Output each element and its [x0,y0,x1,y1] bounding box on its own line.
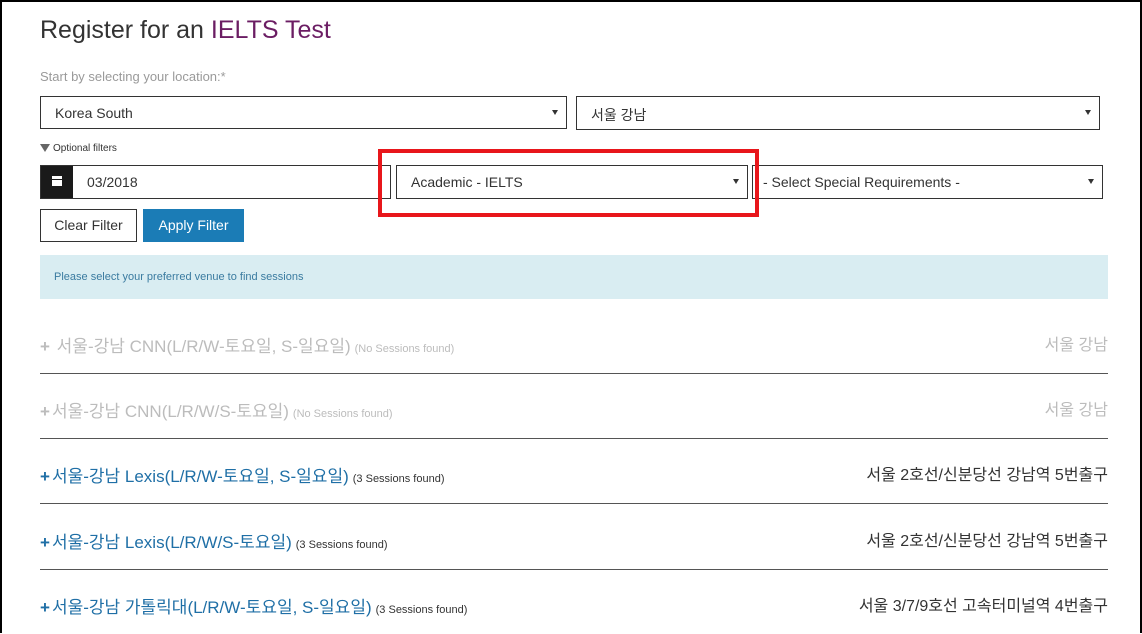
venue-name-link[interactable]: + 서울-강남 CNN(L/R/W-토요일, S-일요일) (No Session… [40,332,454,357]
info-alert: Please select your preferred venue to fi… [40,255,1108,299]
venue-area: 서울 강남 [1044,337,1108,354]
test-type-value: Academic - IELTS [411,174,523,190]
location-label: Start by selecting your location:* [40,69,226,84]
plus-icon: + [40,337,50,356]
venue-name: 서울-강남 가톨릭대(L/R/W-토요일, S-일요일) [51,598,372,617]
page-title: Register for an IELTS Test [40,16,331,45]
venue-row[interactable]: + 서울-강남 Lexis(L/R/W/S-토요일) (3 Sessions fou… [40,513,1108,570]
venue-area: 서울 3/7/9호선 고속터미널역 4번출구 [858,598,1108,615]
apply-filter-button[interactable]: Apply Filter [143,209,244,242]
venue-name-link[interactable]: + 서울-강남 Lexis(L/R/W/S-토요일) (3 Sessions fou… [40,528,387,553]
venue-area: 서울 2호선/신분당선 강남역 5번출구 [866,467,1108,484]
plus-icon: + [40,467,50,486]
venue-name: 서울-강남 Lexis(L/R/W/S-토요일) [51,533,292,552]
country-select[interactable]: Korea South [40,96,567,129]
calendar-icon [52,176,62,186]
venue-area: 서울 강남 [1044,402,1108,419]
venue-area: 서울 2호선/신분당선 강남역 5번출구 [866,533,1108,550]
country-select-value: Korea South [55,105,133,121]
venue-name-link[interactable]: + 서울-강남 CNN(L/R/W/S-토요일) (No Sessions foun… [40,397,393,422]
date-value: 03/2018 [87,174,138,190]
session-count: (3 Sessions found) [352,473,445,485]
clear-filter-button[interactable]: Clear Filter [40,209,137,242]
session-count: (No Sessions found) [354,343,455,355]
test-type-select[interactable]: Academic - IELTS [396,165,748,199]
venue-name: 서울-강남 CNN(L/R/W/S-토요일) [51,402,289,421]
venue-row[interactable]: + 서울-강남 CNN(L/R/W/S-토요일) (No Sessions foun… [40,382,1108,439]
special-requirements-value: - Select Special Requirements - [763,174,960,190]
venue-name-link[interactable]: + 서울-강남 Lexis(L/R/W-토요일, S-일요일) (3 Session… [40,462,444,487]
info-message: Please select your preferred venue to fi… [54,271,304,283]
venue-name: 서울-강남 CNN(L/R/W-토요일, S-일요일) [56,337,351,356]
optional-filters-label: Optional filters [53,143,117,154]
venue-name-link[interactable]: + 서울-강남 가톨릭대(L/R/W-토요일, S-일요일) (3 Sessions… [40,593,467,618]
title-accent: IELTS Test [210,16,331,44]
venue-row[interactable]: + 서울-강남 CNN(L/R/W-토요일, S-일요일) (No Session… [40,317,1108,374]
filter-icon [40,144,50,152]
optional-filters-toggle[interactable]: Optional filters [40,143,117,154]
chevron-down-icon [1088,179,1094,184]
venue-row[interactable]: + 서울-강남 가톨릭대(L/R/W-토요일, S-일요일) (3 Sessions… [40,578,1108,634]
session-count: (No Sessions found) [292,408,393,420]
special-requirements-select[interactable]: - Select Special Requirements - [752,165,1103,199]
chevron-down-icon [733,179,739,184]
plus-icon: + [40,598,50,617]
calendar-button[interactable] [41,166,73,198]
chevron-down-icon [552,110,558,115]
session-count: (3 Sessions found) [295,539,388,551]
city-select-value: 서울 강남 [591,107,647,123]
plus-icon: + [40,402,50,421]
chevron-down-icon [1085,110,1091,115]
session-count: (3 Sessions found) [375,604,468,616]
title-prefix: Register for an [40,16,204,44]
city-select[interactable]: 서울 강남 [576,96,1100,130]
venue-row[interactable]: + 서울-강남 Lexis(L/R/W-토요일, S-일요일) (3 Session… [40,447,1108,504]
plus-icon: + [40,533,50,552]
date-field[interactable]: 03/2018 [40,165,391,199]
venue-name: 서울-강남 Lexis(L/R/W-토요일, S-일요일) [51,467,349,486]
